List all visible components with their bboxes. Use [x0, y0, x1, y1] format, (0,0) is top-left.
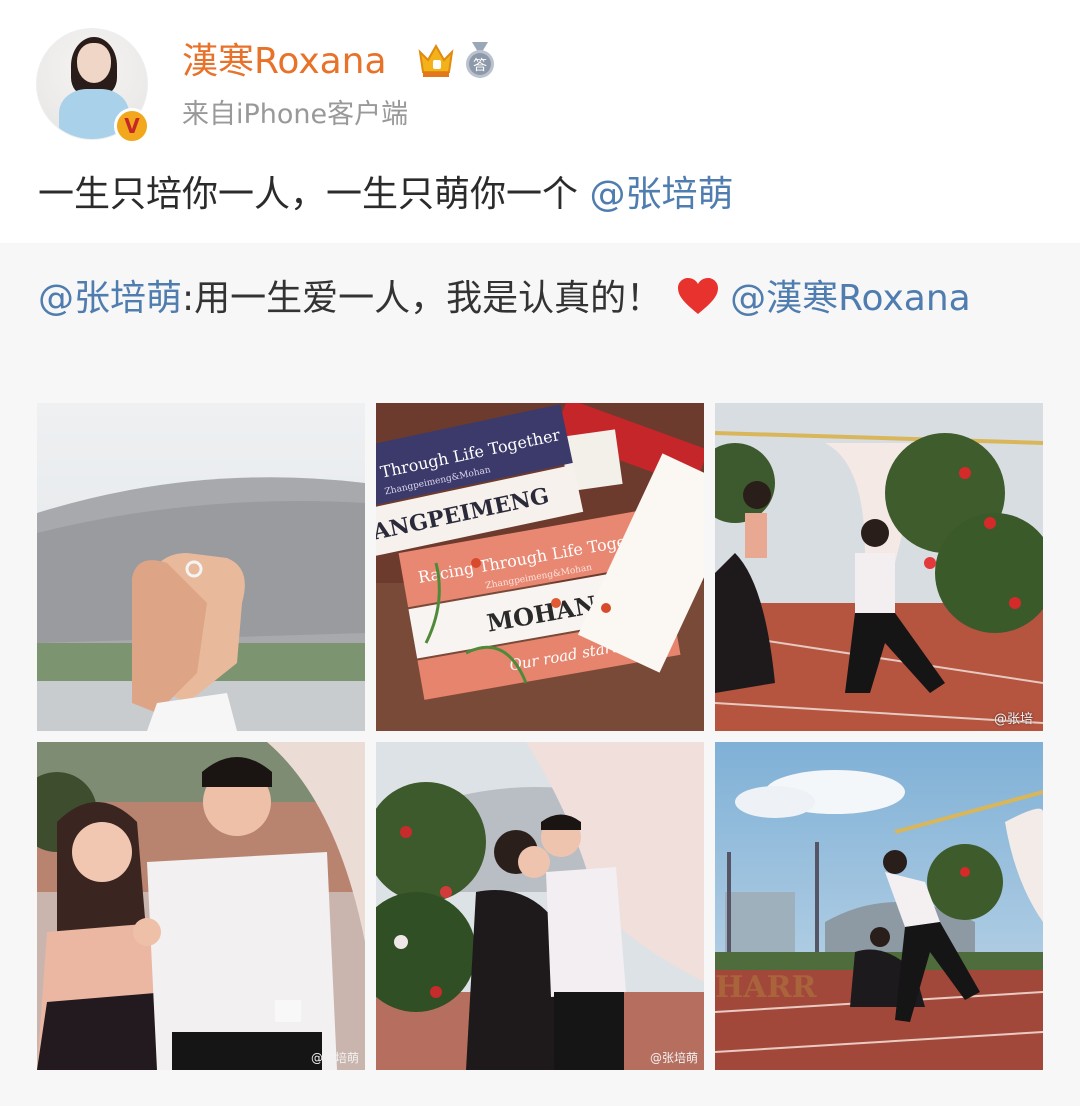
- post-text: 一生只培你一人，一生只萌你一个: [38, 174, 590, 215]
- vip-crown-icon[interactable]: [416, 42, 456, 80]
- repost-mention-link[interactable]: @漢寒Roxana: [730, 278, 971, 319]
- photo-couple-embrace[interactable]: @张培萌: [376, 742, 704, 1070]
- photo-couple-ring[interactable]: @张培萌: [37, 742, 365, 1070]
- heart-emoji-icon: [678, 278, 719, 314]
- svg-text:HARR: HARR: [715, 970, 818, 1005]
- repost-body: @张培萌:用一生爱一人，我是认真的！ @漢寒Roxana: [38, 270, 1038, 328]
- post-source: 来自iPhone客户端: [182, 99, 409, 130]
- username-link[interactable]: 漢寒Roxana: [182, 40, 387, 84]
- repost-text: :用一生爱一人，我是认真的！: [182, 278, 663, 319]
- svg-text:@张培: @张培: [994, 711, 1033, 727]
- svg-text:@张培萌: @张培萌: [311, 1050, 359, 1065]
- weibo-post: V 漢寒Roxana 答 来自iPhone客户端 一生只培你一人，一生只萌你一个…: [0, 0, 1080, 1106]
- photo-grid: Through Life Together Zhangpeimeng&Mohan…: [37, 403, 1043, 1070]
- answer-medal-icon[interactable]: 答: [462, 40, 498, 80]
- mention-link[interactable]: @张培萌: [589, 174, 733, 215]
- svg-text:答: 答: [473, 57, 487, 74]
- photo-proposal-arch[interactable]: @张培: [715, 403, 1043, 731]
- svg-text:@张培萌: @张培萌: [650, 1050, 698, 1065]
- post-body: 一生只培你一人，一生只萌你一个 @张培萌: [38, 170, 733, 220]
- photo-stadium-track[interactable]: HARR: [715, 742, 1043, 1070]
- repost-author-link[interactable]: @张培萌: [38, 278, 182, 319]
- verified-v-icon: V: [114, 108, 150, 144]
- photo-ring-hands[interactable]: [37, 403, 365, 731]
- photo-invitation-cards[interactable]: Through Life Together Zhangpeimeng&Mohan…: [376, 403, 704, 731]
